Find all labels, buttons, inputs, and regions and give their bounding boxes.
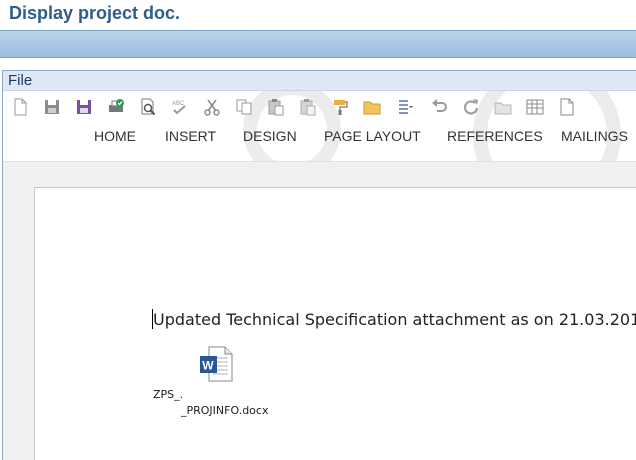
embedded-attachment[interactable]: W ZPS_. _PROJINFO.docx (153, 346, 303, 426)
attachment-name-line1: ZPS_. (153, 388, 184, 401)
tab-references[interactable]: REFERENCES (447, 128, 543, 144)
title-bar: Display project doc. (0, 0, 636, 31)
tab-page-layout[interactable]: PAGE LAYOUT (324, 128, 421, 144)
paragraph-icon[interactable] (393, 97, 414, 118)
attachment-name-line2: _PROJINFO.docx (181, 404, 269, 417)
svg-text:ABC: ABC (172, 101, 185, 107)
document-page[interactable]: Updated Technical Specification attachme… (34, 187, 636, 460)
redo-icon[interactable] (460, 97, 481, 118)
quick-toolbar: ABC (9, 96, 588, 118)
tab-insert[interactable]: INSERT (165, 128, 216, 144)
print-icon[interactable] (105, 97, 126, 118)
word-editor: File ABC HOME INSERT DESIGN PAGE LAYOUT … (2, 70, 636, 460)
cut-icon[interactable] (201, 97, 222, 118)
spell-check-icon[interactable]: ABC (169, 97, 190, 118)
table-icon[interactable] (524, 97, 545, 118)
page-title: Display project doc. (9, 3, 181, 23)
open-folder-icon[interactable] (361, 97, 382, 118)
open-file-icon[interactable] (492, 97, 513, 118)
document-area: Updated Technical Specification attachme… (3, 161, 636, 460)
copy-icon[interactable] (233, 97, 254, 118)
save-as-icon[interactable] (73, 97, 94, 118)
new-document-icon[interactable] (9, 97, 30, 118)
tab-design[interactable]: DESIGN (243, 128, 297, 144)
ribbon-tabs: HOME INSERT DESIGN PAGE LAYOUT REFERENCE… (3, 128, 636, 148)
save-icon[interactable] (41, 97, 62, 118)
word-document-icon: W (199, 346, 233, 382)
page-icon[interactable] (556, 97, 577, 118)
undo-icon[interactable] (428, 97, 449, 118)
svg-text:W: W (202, 359, 214, 373)
header-band (0, 31, 636, 58)
paste-icon[interactable] (265, 97, 286, 118)
paste-special-icon[interactable] (297, 97, 318, 118)
format-painter-icon[interactable] (329, 97, 350, 118)
menu-file[interactable]: File (8, 72, 32, 89)
tab-home[interactable]: HOME (94, 128, 136, 144)
document-text[interactable]: Updated Technical Specification attachme… (153, 310, 636, 329)
menu-bar: File (3, 71, 636, 91)
tab-mailings[interactable]: MAILINGS (561, 128, 628, 144)
print-preview-icon[interactable] (137, 97, 158, 118)
